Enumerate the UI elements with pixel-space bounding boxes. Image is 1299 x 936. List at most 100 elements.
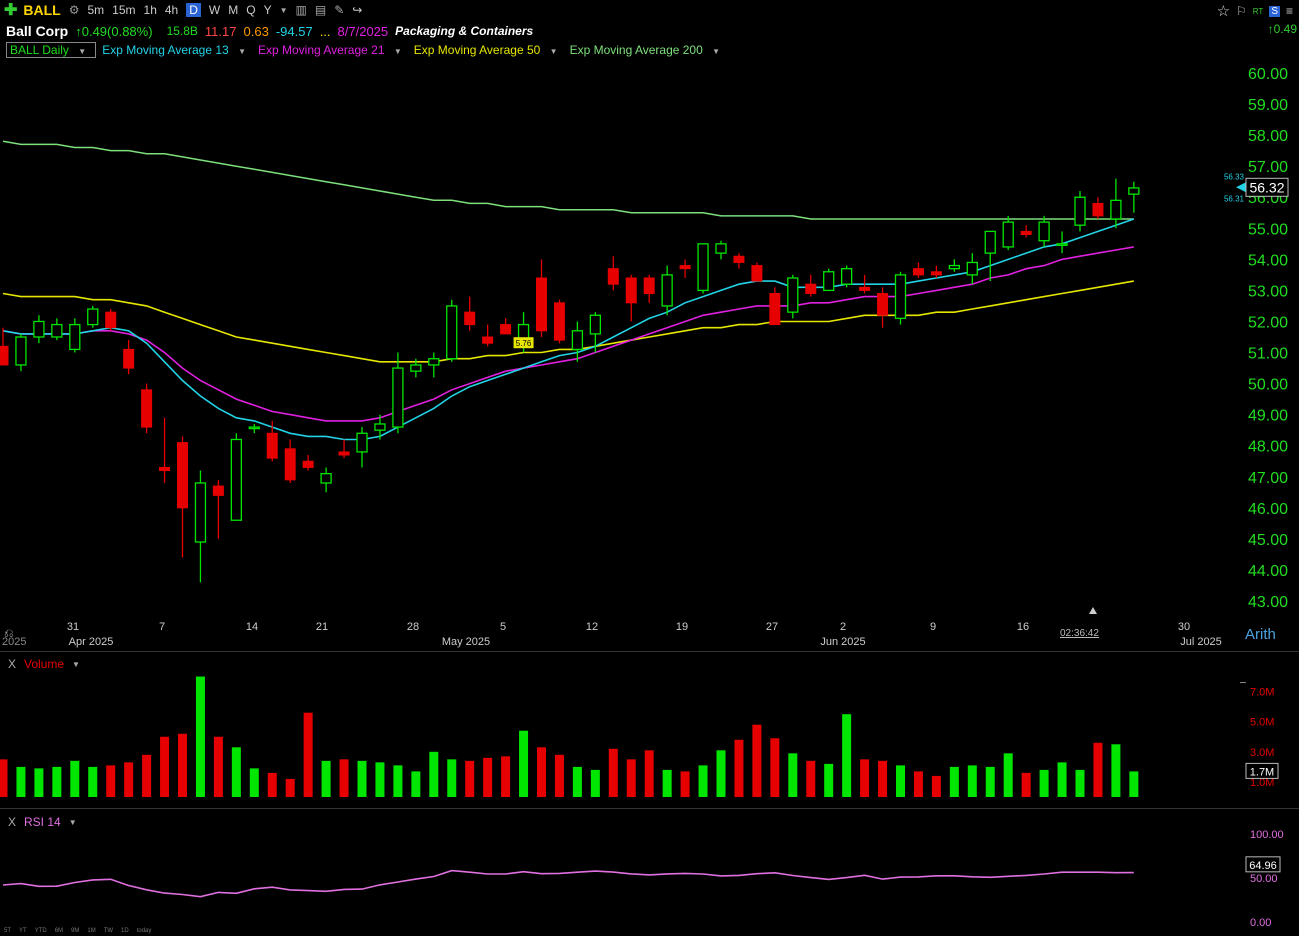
- candle-body-up[interactable]: [69, 323, 81, 351]
- volume-bar[interactable]: [321, 760, 331, 797]
- candle-body-down[interactable]: [536, 277, 547, 332]
- candle-body-down[interactable]: [769, 293, 781, 326]
- candle-body-down[interactable]: [284, 448, 296, 481]
- candle-body-down[interactable]: [1020, 230, 1032, 236]
- volume-bar[interactable]: [860, 759, 870, 797]
- candle-body-up[interactable]: [51, 323, 63, 338]
- rsi-label[interactable]: RSI 14: [24, 815, 61, 829]
- candle-body-up[interactable]: [1056, 243, 1068, 246]
- volume-bar[interactable]: [734, 739, 744, 797]
- volume-bar[interactable]: [375, 762, 385, 797]
- candle-body-down[interactable]: [805, 283, 817, 295]
- candle-body-up[interactable]: [823, 271, 835, 292]
- candle-body-up[interactable]: [87, 308, 99, 326]
- candle-body-up[interactable]: [966, 261, 978, 276]
- candle-body-down[interactable]: [877, 293, 889, 316]
- volume-bar[interactable]: [88, 766, 98, 797]
- scroll-end-icon[interactable]: [1089, 607, 1097, 614]
- volume-bar[interactable]: [465, 760, 475, 797]
- range-1d[interactable]: 1D: [121, 928, 129, 934]
- range-6m[interactable]: 6M: [55, 928, 63, 934]
- candle-body-down[interactable]: [625, 277, 637, 304]
- candle-body-down[interactable]: [464, 311, 476, 326]
- volume-bar[interactable]: [537, 747, 546, 797]
- volume-bar[interactable]: [572, 766, 582, 797]
- volume-bar[interactable]: [106, 765, 116, 797]
- chart-canvas[interactable]: 60.0059.0058.0057.0056.0055.0054.0053.00…: [0, 0, 1299, 936]
- volume-bar[interactable]: [842, 714, 852, 797]
- candle-body-down[interactable]: [177, 442, 188, 509]
- volume-bar[interactable]: [1039, 769, 1049, 797]
- volume-bar[interactable]: [213, 736, 223, 797]
- volume-bar[interactable]: [1003, 753, 1013, 797]
- candle-body-up[interactable]: [194, 482, 207, 543]
- candle-body-down[interactable]: [500, 324, 512, 335]
- rsi-close-icon[interactable]: X: [8, 815, 16, 829]
- volume-bar[interactable]: [913, 771, 923, 797]
- volume-bar[interactable]: [949, 766, 959, 797]
- volume-bar[interactable]: [878, 760, 888, 797]
- volume-bar[interactable]: [626, 759, 636, 797]
- candle-body-up[interactable]: [715, 243, 727, 254]
- volume-bar[interactable]: [931, 775, 941, 797]
- candle-body-up[interactable]: [1128, 187, 1140, 195]
- volume-bar[interactable]: [662, 769, 672, 797]
- candle-body-down[interactable]: [643, 277, 655, 295]
- volume-bar[interactable]: [231, 747, 241, 797]
- volume-bar[interactable]: [267, 772, 277, 797]
- volume-bar[interactable]: [34, 768, 44, 797]
- candle-body-down[interactable]: [302, 460, 314, 468]
- candle-body-up[interactable]: [1074, 196, 1086, 226]
- volume-bar[interactable]: [1129, 771, 1139, 797]
- candle-body-up[interactable]: [374, 423, 386, 431]
- volume-bar[interactable]: [411, 771, 421, 797]
- candle-body-down[interactable]: [105, 311, 117, 329]
- range-tw[interactable]: TW: [104, 928, 113, 934]
- volume-bar[interactable]: [483, 757, 493, 797]
- volume-bar[interactable]: [519, 730, 529, 797]
- candle-body-up[interactable]: [894, 274, 907, 320]
- candle-body-up[interactable]: [571, 330, 584, 351]
- range-9m[interactable]: 9M: [71, 928, 79, 934]
- candle-body-down[interactable]: [733, 255, 745, 263]
- volume-bar[interactable]: [1057, 762, 1067, 797]
- candle-body-up[interactable]: [787, 277, 799, 313]
- volume-bar[interactable]: [752, 724, 762, 797]
- range-ytd[interactable]: YTD: [35, 928, 47, 934]
- range-today[interactable]: today: [137, 928, 152, 934]
- candle-body-up[interactable]: [1038, 221, 1050, 242]
- volume-bar[interactable]: [698, 765, 708, 797]
- pane-divider-rsi[interactable]: [0, 808, 1299, 809]
- candle-body-down[interactable]: [338, 451, 350, 456]
- volume-bar[interactable]: [501, 756, 511, 797]
- volume-bar[interactable]: [142, 754, 152, 797]
- candle-body-down[interactable]: [1092, 202, 1104, 217]
- candle-body-down[interactable]: [159, 466, 171, 472]
- volume-bar[interactable]: [1075, 769, 1085, 797]
- volume-bar[interactable]: [70, 760, 80, 797]
- candle-body-up[interactable]: [1110, 199, 1122, 220]
- volume-bar[interactable]: [339, 759, 349, 797]
- candle-body-up[interactable]: [33, 320, 45, 338]
- volume-bar[interactable]: [770, 738, 780, 797]
- scale-mode-button[interactable]: Arith: [1245, 626, 1276, 643]
- volume-bar[interactable]: [1111, 744, 1121, 797]
- candle-body-up[interactable]: [589, 314, 601, 335]
- candle-body-up[interactable]: [428, 358, 440, 366]
- range-1m[interactable]: 1M: [87, 928, 95, 934]
- candle-body-down[interactable]: [859, 286, 871, 291]
- volume-bar[interactable]: [178, 733, 187, 797]
- candle-body-down[interactable]: [123, 348, 135, 369]
- volume-bar[interactable]: [1093, 742, 1103, 797]
- candle-body-up[interactable]: [230, 438, 243, 521]
- volume-bar[interactable]: [985, 766, 995, 797]
- candle-body-up[interactable]: [392, 367, 404, 428]
- volume-bar[interactable]: [824, 763, 834, 797]
- volume-bar[interactable]: [967, 765, 977, 797]
- volume-bar[interactable]: [124, 762, 134, 797]
- volume-bar[interactable]: [447, 759, 457, 797]
- volume-bar[interactable]: [554, 754, 564, 797]
- volume-bar[interactable]: [608, 748, 618, 797]
- volume-bar[interactable]: [644, 750, 654, 797]
- candle-body-down[interactable]: [266, 432, 278, 459]
